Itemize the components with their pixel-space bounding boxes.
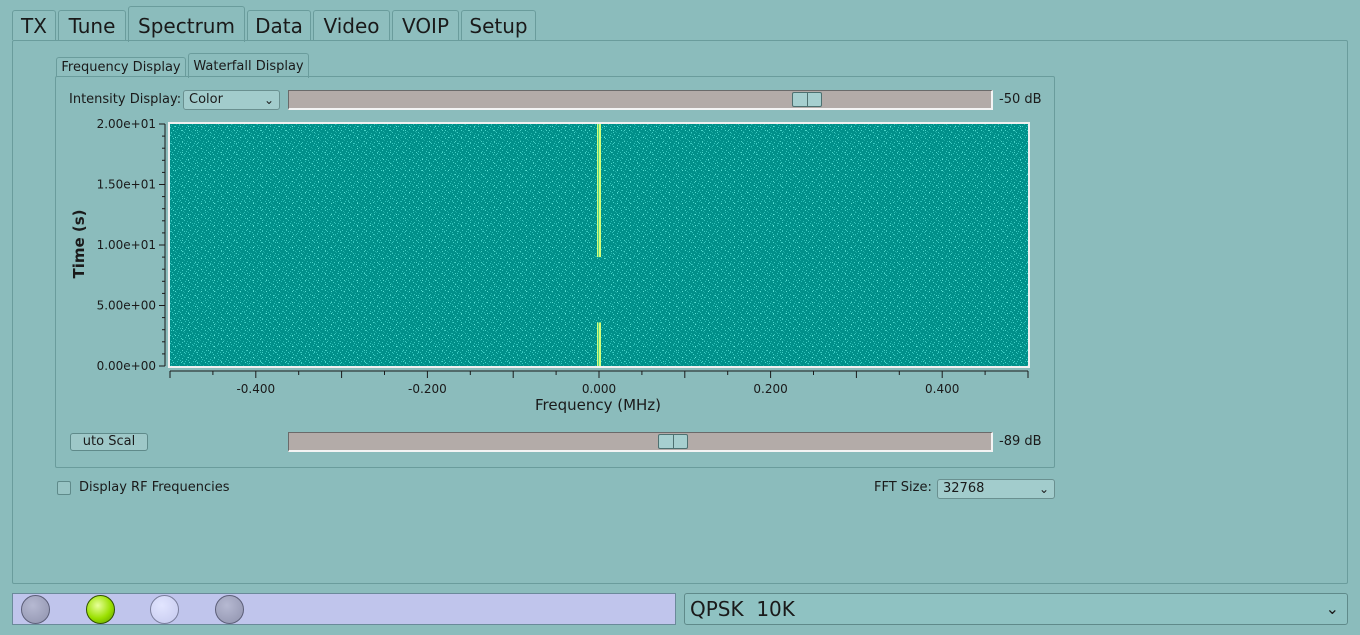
waterfall-plot-area [168, 122, 1030, 368]
signal-segment-core [598, 124, 599, 258]
min-intensity-slider[interactable] [288, 432, 993, 452]
status-led-1 [21, 595, 50, 624]
y-tick-label: 5.00e+00 [97, 299, 156, 313]
y-tick-label: 2.00e+01 [97, 117, 156, 131]
x-axis: -0.400 -0.200 0.000 0.200 0.400 [169, 370, 1029, 396]
y-tick-label: 1.50e+01 [97, 178, 156, 192]
y-axis-label: Time (s) [70, 209, 88, 278]
tab-tx[interactable]: TX [12, 10, 56, 40]
y-tick-label: 0.00e+00 [97, 359, 156, 373]
tab-voip[interactable]: VOIP [392, 10, 459, 40]
min-intensity-value: -89 dB [999, 434, 1042, 449]
status-led-3 [150, 595, 179, 624]
fft-size-value: 32768 [943, 481, 985, 496]
x-tick-label: -0.200 [408, 382, 447, 396]
x-tick-label: 0.000 [582, 382, 616, 396]
x-tick-label: -0.400 [236, 382, 275, 396]
x-tick-label: 0.400 [925, 382, 959, 396]
status-led-2 [86, 595, 115, 624]
tab-tune[interactable]: Tune [58, 10, 126, 40]
intensity-display-select[interactable]: Color ⌄ [183, 90, 280, 110]
display-rf-frequencies-checkbox[interactable] [57, 481, 71, 495]
display-rf-frequencies-label: Display RF Frequencies [79, 480, 230, 495]
chevron-down-icon: ⌄ [263, 93, 274, 107]
intensity-display-value: Color [189, 92, 223, 107]
status-led-4 [215, 595, 244, 624]
tab-video[interactable]: Video [313, 10, 390, 40]
mode-select[interactable]: QPSK 10K ⌄ [684, 593, 1348, 625]
fft-size-select[interactable]: 32768 ⌄ [937, 479, 1055, 499]
auto-scale-button[interactable]: uto Scal [70, 433, 148, 451]
y-tick-label: 1.00e+01 [97, 238, 156, 252]
min-intensity-slider-handle[interactable] [657, 434, 688, 449]
intensity-display-label: Intensity Display: [69, 92, 182, 107]
x-axis-label: Frequency (MHz) [535, 396, 661, 414]
tab-data[interactable]: Data [247, 10, 311, 40]
signal-segment-core [598, 322, 599, 366]
y-axis: 0.00e+00 5.00e+00 1.00e+01 1.50e+01 2.00e+01 [97, 117, 166, 373]
tab-spectrum[interactable]: Spectrum [128, 6, 245, 42]
max-intensity-slider[interactable] [288, 90, 993, 110]
tab-setup[interactable]: Setup [461, 10, 536, 40]
status-bar [12, 593, 676, 625]
x-tick-label: 0.200 [753, 382, 787, 396]
chevron-down-icon: ⌄ [1325, 599, 1339, 618]
max-intensity-slider-handle[interactable] [791, 92, 822, 107]
max-intensity-value: -50 dB [999, 92, 1042, 107]
tab-frequency-display[interactable]: Frequency Display [56, 57, 186, 77]
chevron-down-icon: ⌄ [1038, 482, 1049, 496]
fft-size-label: FFT Size: [874, 480, 932, 495]
waterfall-chart: -0.400 -0.200 0.000 0.200 0.400 0.00e+00 5.00… [70, 117, 1030, 414]
tab-waterfall-display[interactable]: Waterfall Display [188, 53, 309, 78]
mode-value: QPSK 10K [690, 597, 795, 621]
